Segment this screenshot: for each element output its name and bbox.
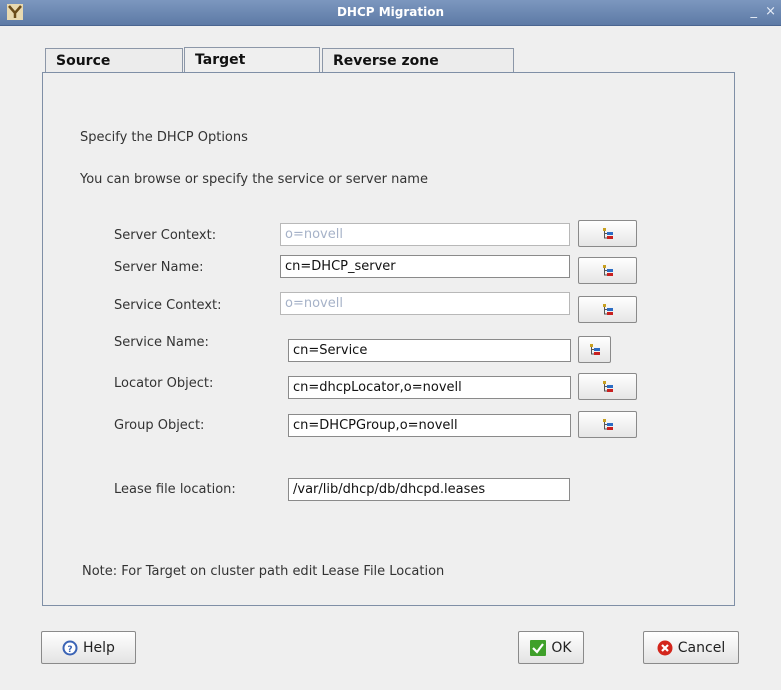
cancel-icon <box>657 640 673 655</box>
ok-button-label: OK <box>551 639 572 656</box>
help-button-label: Help <box>83 639 115 656</box>
server-context-browse-button[interactable] <box>578 220 637 247</box>
heading-text: Specify the DHCP Options <box>80 130 248 145</box>
subheading-text: You can browse or specify the service or… <box>80 172 428 187</box>
server-context-field[interactable]: o=novell <box>280 223 570 246</box>
service-context-browse-button[interactable] <box>578 296 637 323</box>
cancel-button[interactable]: Cancel <box>643 631 739 664</box>
service-name-label: Service Name: <box>114 335 209 350</box>
locator-object-field[interactable]: cn=dhcpLocator,o=novell <box>288 376 571 399</box>
title-bar: DHCP Migration _ × <box>0 0 781 26</box>
tree-browse-icon <box>602 303 613 315</box>
ok-button[interactable]: OK <box>518 631 584 664</box>
tab-source-options[interactable]: Source Options <box>45 48 183 93</box>
group-object-browse-button[interactable] <box>578 411 637 438</box>
tab-reverse-zone-selection[interactable]: Reverse zone selection <box>322 48 514 93</box>
tree-browse-icon <box>602 418 613 430</box>
locator-object-label: Locator Object: <box>114 376 214 391</box>
tree-browse-icon <box>602 264 613 276</box>
group-object-label: Group Object: <box>114 418 205 433</box>
group-object-field[interactable]: cn=DHCPGroup,o=novell <box>288 414 571 437</box>
note-text: Note: For Target on cluster path edit Le… <box>82 564 445 579</box>
tree-browse-icon <box>589 343 600 355</box>
service-context-label: Service Context: <box>114 298 222 313</box>
server-name-label: Server Name: <box>114 260 204 275</box>
cancel-button-label: Cancel <box>677 639 726 656</box>
server-name-field[interactable]: cn=DHCP_server <box>280 255 570 278</box>
lease-file-field[interactable]: /var/lib/dhcp/db/dhcpd.leases <box>288 478 570 501</box>
help-icon: ? <box>62 640 78 655</box>
locator-object-browse-button[interactable] <box>578 373 637 400</box>
tree-browse-icon <box>602 227 613 239</box>
lease-file-label: Lease file location: <box>114 482 236 497</box>
window-title: DHCP Migration <box>336 5 445 19</box>
server-context-label: Server Context: <box>114 228 217 243</box>
checkmark-icon <box>530 639 547 656</box>
tab-target-options[interactable]: Target Options <box>184 47 320 92</box>
svg-text:?: ? <box>67 645 72 655</box>
service-name-field[interactable]: cn=Service <box>288 339 571 362</box>
help-button[interactable]: ? Help <box>41 631 136 664</box>
close-button[interactable]: × <box>765 4 776 19</box>
service-name-browse-button[interactable] <box>578 336 611 363</box>
minimize-button[interactable]: _ <box>750 4 757 19</box>
service-context-field[interactable]: o=novell <box>280 292 570 315</box>
server-name-browse-button[interactable] <box>578 257 637 284</box>
tree-browse-icon <box>602 380 613 392</box>
